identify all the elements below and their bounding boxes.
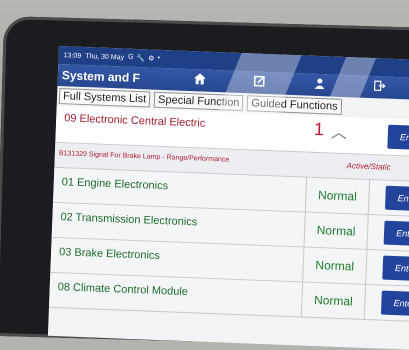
chevron-up-icon[interactable]: ︿ — [330, 119, 348, 144]
system-name: 03 Brake Electronics — [58, 246, 161, 263]
user-icon[interactable] — [289, 77, 349, 93]
system-name: 01 Engine Electronics — [61, 176, 169, 193]
google-icon: G — [127, 53, 134, 61]
tab-special-function[interactable]: Special Function — [153, 91, 244, 112]
home-icon[interactable] — [170, 72, 230, 88]
status-time: 13:09 — [63, 51, 82, 60]
enter-button[interactable]: Enter — [384, 185, 409, 212]
exit-icon[interactable] — [349, 79, 409, 95]
system-name: 02 Transmission Electronics — [60, 211, 198, 229]
tablet-screen: 13:09 Thu, 30 May G 🔧 ⚙ • System and F F… — [47, 46, 409, 350]
edit-icon[interactable] — [229, 75, 289, 91]
system-name: 08 Climate Control Module — [57, 281, 189, 299]
status-date: Thu, 30 May — [85, 52, 125, 62]
enter-button[interactable]: Enter — [382, 255, 409, 282]
status-normal: Normal — [304, 177, 371, 215]
tab-full-systems-list[interactable]: Full Systems List — [58, 88, 151, 108]
enter-button[interactable]: Enter — [380, 290, 409, 317]
enter-button[interactable]: Enter — [383, 220, 409, 247]
status-normal: Normal — [300, 282, 367, 319]
fault-count: 1 — [313, 118, 325, 140]
wrench-icon: 🔧 — [136, 54, 146, 63]
system-name: 09 Electronic Central Electric — [63, 112, 206, 130]
settings-icon: ⚙ — [148, 55, 155, 63]
status-normal: Normal — [303, 212, 369, 249]
dot-icon: • — [157, 54, 161, 62]
status-normal: Normal — [302, 247, 368, 284]
page-title: System and F — [61, 68, 141, 86]
fault-status: Active/Static — [346, 161, 391, 172]
fault-code-text: B131329 Signal For Brake Lamp - Range/Pe… — [58, 150, 230, 164]
enter-button[interactable]: Enter — [387, 124, 409, 151]
status-icons: G 🔧 ⚙ • — [128, 54, 160, 63]
tab-guided-functions[interactable]: Guided Functions — [247, 95, 342, 115]
